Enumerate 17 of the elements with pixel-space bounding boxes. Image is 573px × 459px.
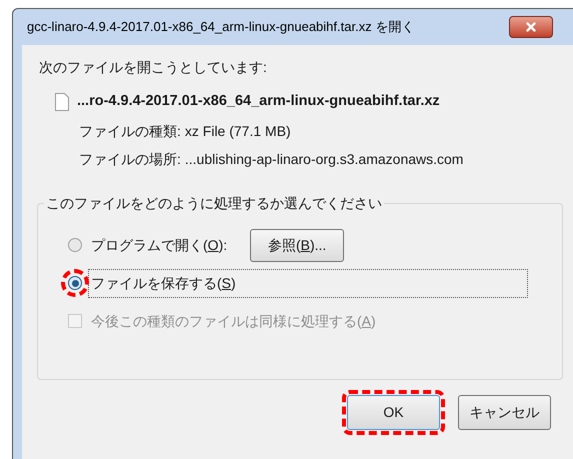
radio-label[interactable]: ファイルを保存する(S) (88, 268, 528, 298)
window-title: gcc-linaro-4.9.4-2017.01-x86_64_arm-linux-gnueabihf.tar.xz を開く (27, 18, 414, 36)
browse-button[interactable]: 参照(B)... (250, 228, 344, 262)
dialog-button[interactable]: キャンセル (458, 395, 551, 430)
radio-button[interactable] (68, 276, 82, 290)
detail-label: ファイルの種類: (79, 122, 181, 141)
file-icon (55, 93, 69, 111)
detail-value: xz File (77.1 MB) (184, 122, 291, 141)
detail-label: ファイルの場所: (79, 150, 181, 169)
close-icon (524, 20, 538, 34)
checkbox-label: 今後この種類のファイルは同様に処理する(A) (91, 312, 376, 331)
radio-label[interactable]: プログラムで開く(O): (88, 230, 230, 260)
radio-button[interactable] (68, 238, 82, 252)
close-button[interactable] (509, 16, 553, 38)
detail-value: ...ublishing-ap-linaro-org.s3.amazonaws.com (184, 150, 464, 169)
intro-text: 次のファイルを開こうとしています: (39, 58, 268, 77)
file-name: ...ro-4.9.4-2017.01-x86_64_arm-linux-gnueabihf.tar.xz (77, 92, 440, 112)
